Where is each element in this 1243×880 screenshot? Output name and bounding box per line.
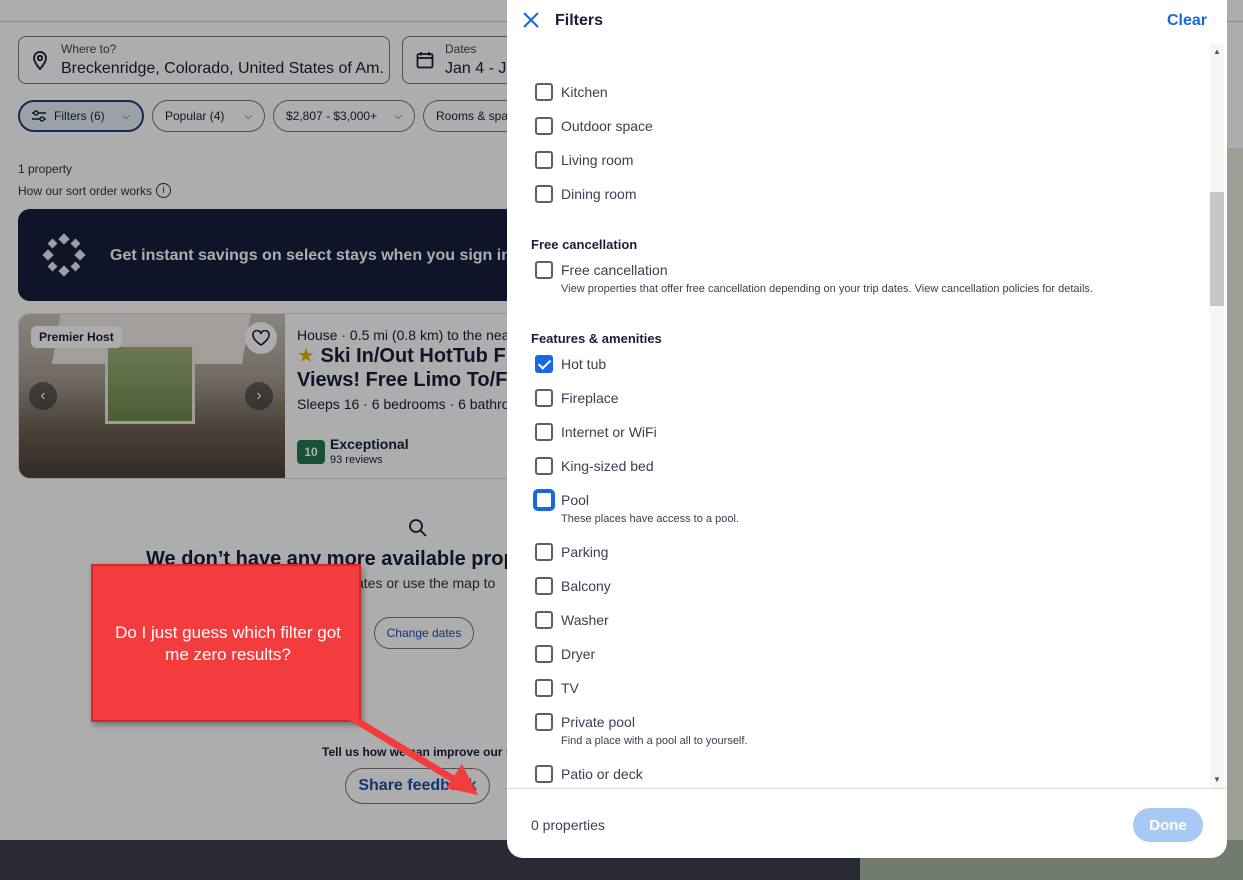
filter-option-label: Washer	[561, 612, 609, 628]
filter-option-pool[interactable]: Pool	[535, 488, 589, 512]
filter-option-balcony[interactable]: Balcony	[535, 574, 611, 598]
filter-option-private-pool[interactable]: Private pool	[535, 710, 635, 734]
checkbox[interactable]	[535, 645, 553, 663]
annotation-callout: Do I just guess which filter got me zero…	[91, 564, 361, 722]
close-icon[interactable]	[521, 10, 541, 30]
scrollbar-thumb[interactable]	[1210, 192, 1224, 306]
filter-option-label: Hot tub	[561, 356, 607, 372]
checkbox[interactable]	[535, 185, 553, 203]
filter-option-kitchen[interactable]: Kitchen	[535, 80, 608, 104]
checkbox-checked[interactable]	[535, 355, 553, 373]
scroll-down-icon[interactable]: ▼	[1213, 775, 1221, 784]
checkbox[interactable]	[535, 389, 553, 407]
filter-option-label: Kitchen	[561, 84, 608, 100]
filter-option-hot-tub[interactable]: Hot tub	[535, 352, 606, 376]
checkbox[interactable]	[535, 765, 553, 783]
filter-option-tv[interactable]: TV	[535, 676, 579, 700]
filter-option-label: King-sized bed	[561, 458, 654, 474]
filter-option-description: View properties that offer free cancella…	[561, 283, 1093, 295]
filter-option-label: Balcony	[561, 578, 611, 594]
filter-option-label: Parking	[561, 544, 609, 560]
checkbox-focused[interactable]	[535, 491, 553, 509]
filter-option-label: Free cancellation	[561, 262, 668, 278]
checkbox[interactable]	[535, 151, 553, 169]
scrollbar-track[interactable]	[1210, 44, 1224, 788]
filter-option-king-sized-bed[interactable]: King-sized bed	[535, 454, 654, 478]
checkbox[interactable]	[535, 423, 553, 441]
filter-option-dining-room[interactable]: Dining room	[535, 182, 636, 206]
filters-header: Filters Clear	[507, 0, 1227, 42]
filter-option-free-cancellation[interactable]: Free cancellation	[535, 258, 668, 282]
filter-option-description: These places have access to a pool.	[561, 513, 739, 525]
filter-option-parking[interactable]: Parking	[535, 540, 608, 564]
annotation-text: Do I just guess which filter got me zero…	[115, 623, 341, 664]
clear-button[interactable]: Clear	[1167, 12, 1207, 30]
filter-option-label: Living room	[561, 152, 634, 168]
filters-title: Filters	[555, 12, 604, 29]
filter-option-patio-deck[interactable]: Patio or deck	[535, 762, 643, 786]
scroll-up-icon[interactable]: ▲	[1213, 47, 1221, 56]
checkbox[interactable]	[535, 713, 553, 731]
checkbox[interactable]	[535, 577, 553, 595]
section-heading-features: Features & amenities	[531, 331, 662, 346]
filter-option-label: TV	[561, 680, 579, 696]
checkbox[interactable]	[535, 611, 553, 629]
filter-option-label: Outdoor space	[561, 118, 653, 134]
filter-option-dryer[interactable]: Dryer	[535, 642, 595, 666]
filter-option-label: Fireplace	[561, 390, 619, 406]
filters-panel: Filters Clear ▲ ▼ Kitchen Outdoor space …	[507, 0, 1227, 858]
filter-option-label: Internet or WiFi	[561, 424, 657, 440]
checkbox[interactable]	[535, 543, 553, 561]
checkbox[interactable]	[535, 457, 553, 475]
filter-option-washer[interactable]: Washer	[535, 608, 609, 632]
checkbox[interactable]	[535, 83, 553, 101]
checkbox[interactable]	[535, 117, 553, 135]
filter-option-fireplace[interactable]: Fireplace	[535, 386, 619, 410]
filter-option-label: Patio or deck	[561, 766, 643, 782]
filters-footer: 0 properties Done	[507, 788, 1227, 858]
filter-option-label: Private pool	[561, 714, 635, 730]
filter-option-internet-wifi[interactable]: Internet or WiFi	[535, 420, 657, 444]
filter-option-label: Dryer	[561, 646, 596, 662]
filter-option-living-room[interactable]: Living room	[535, 148, 633, 172]
filter-option-outdoor-space[interactable]: Outdoor space	[535, 114, 653, 138]
filter-option-description: Find a place with a pool all to yourself…	[561, 735, 748, 747]
filter-option-label: Pool	[561, 492, 590, 508]
checkbox[interactable]	[535, 679, 553, 697]
checkbox[interactable]	[535, 261, 553, 279]
done-button[interactable]: Done	[1133, 808, 1203, 842]
section-heading-free-cancellation: Free cancellation	[531, 237, 638, 252]
filter-option-label: Dining room	[561, 186, 637, 202]
results-count: 0 properties	[531, 817, 605, 833]
